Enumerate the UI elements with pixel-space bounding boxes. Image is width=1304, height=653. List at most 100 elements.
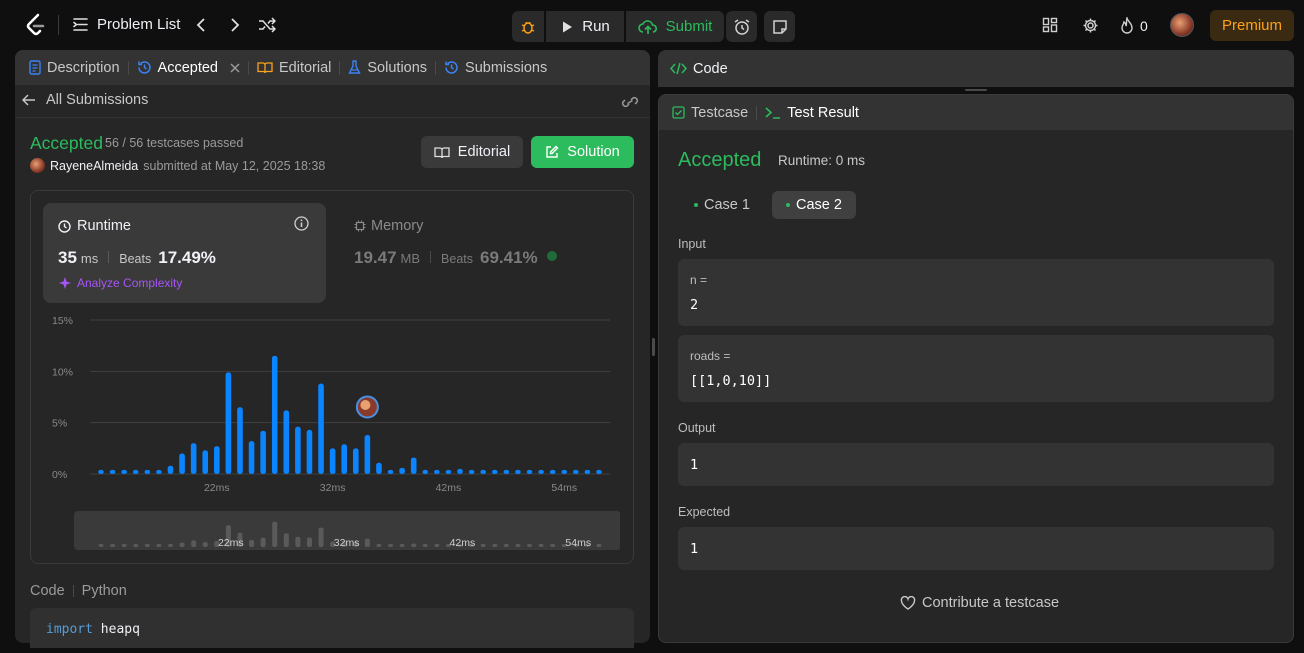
chart-bar [295, 426, 301, 474]
layout-button[interactable] [1041, 16, 1059, 34]
solution-button[interactable]: Solution [531, 136, 634, 168]
tab-accepted[interactable]: Accepted [137, 60, 240, 76]
notes-button[interactable] [764, 11, 795, 42]
chip-icon [354, 220, 366, 232]
memory-card[interactable]: Memory 19.47 MB Beats 69.41% [342, 203, 625, 303]
checkbox-icon [672, 106, 685, 119]
vertical-resize-handle[interactable] [652, 338, 655, 356]
chart-bar [132, 469, 139, 474]
submitted-by: RayeneAlmeida submitted at May 12, 2025 … [30, 158, 325, 173]
tab-testcase-label: Testcase [691, 104, 749, 121]
minimap-bar [249, 539, 255, 547]
avatar[interactable] [1170, 13, 1194, 37]
bug-icon [521, 21, 535, 34]
chart-bar [526, 469, 533, 474]
chart-bar [573, 469, 579, 474]
pass-dot-icon [694, 203, 698, 207]
x-tick-label: 42ms [436, 482, 462, 494]
code-brackets-icon [670, 62, 687, 75]
problem-list-label: Problem List [97, 16, 181, 33]
all-submissions-link[interactable]: All Submissions [22, 92, 148, 108]
tab-testcase[interactable]: Testcase [672, 105, 748, 121]
expected-field: 1 [678, 527, 1274, 570]
minimap-bar [480, 544, 486, 547]
minimap-bar [434, 544, 440, 547]
settings-button[interactable] [1081, 16, 1099, 34]
premium-button[interactable]: Premium [1210, 10, 1294, 41]
code-panel-header[interactable]: Code [658, 50, 1294, 87]
left-tab-bar: Description Accepted Editorial Solutions… [15, 50, 650, 85]
all-submissions-label: All Submissions [46, 92, 149, 108]
horizontal-resize-handle[interactable] [965, 89, 987, 91]
minimap-bar [515, 544, 521, 547]
chart-bar [237, 407, 243, 474]
submitted-code: import heapq [30, 608, 634, 648]
fire-icon [1121, 17, 1133, 34]
chart-bar [399, 467, 405, 474]
debug-button[interactable] [512, 11, 544, 42]
chart-bar [121, 469, 127, 474]
chart-bar [214, 446, 220, 474]
info-icon[interactable] [294, 216, 309, 231]
editorial-button[interactable]: Editorial [421, 136, 523, 168]
arrow-left-icon [22, 94, 35, 106]
streak-counter[interactable]: 0 [1120, 17, 1148, 34]
minimap-bar [492, 544, 498, 547]
minimap-bar [110, 544, 116, 547]
analyze-complexity-link[interactable]: Analyze Complexity [58, 276, 182, 290]
contribute-testcase-button[interactable]: Contribute a testcase [900, 595, 1059, 611]
n-label: n = [690, 273, 708, 287]
chart-bar [491, 469, 498, 474]
case-2-tab[interactable]: Case 2 [772, 191, 856, 219]
chart-bar [318, 383, 324, 474]
y-tick-label: 5% [52, 418, 67, 430]
minimap-bar [422, 544, 428, 547]
leaf-icon [546, 251, 557, 261]
chart-bar [260, 430, 266, 474]
top-bar: Problem List Run Submit 0 Premium [0, 0, 1304, 50]
random-problem-button[interactable] [257, 16, 277, 34]
history-icon [137, 61, 151, 74]
minimap-bar [121, 544, 127, 547]
divider [435, 60, 437, 75]
code-text: heapq [92, 622, 140, 637]
runtime-stats: 35 ms Beats 17.49% [58, 248, 216, 268]
minimap-bar [191, 540, 197, 547]
problem-list-button[interactable]: Problem List [72, 16, 180, 33]
divider [248, 60, 249, 75]
avatar [30, 158, 45, 173]
minimap-bar [399, 544, 405, 547]
tab-submissions[interactable]: Submissions [444, 60, 547, 76]
case-1-label: Case 1 [704, 197, 750, 213]
chart-bar [248, 441, 255, 474]
run-button[interactable]: Run [546, 11, 624, 42]
leetcode-logo-icon[interactable] [25, 13, 47, 37]
chart-bar [410, 457, 417, 474]
username[interactable]: RayeneAlmeida [50, 159, 138, 173]
contribute-label: Contribute a testcase [922, 595, 1060, 611]
minimap-bar [133, 544, 139, 547]
tab-solutions[interactable]: Solutions [348, 60, 427, 76]
share-link-icon[interactable] [621, 94, 639, 110]
runtime-beats: 17.49% [158, 248, 216, 267]
chart-bar [98, 469, 104, 474]
chart-bar [445, 469, 452, 474]
runtime-card[interactable]: Runtime 35 ms Beats 17.49% Analyze Compl… [43, 203, 326, 303]
case-1-tab[interactable]: Case 1 [680, 191, 764, 219]
timer-button[interactable] [726, 11, 757, 42]
chart-bar [584, 469, 591, 474]
close-icon[interactable] [230, 62, 240, 73]
divider [15, 117, 650, 118]
x-tick-label: 22ms [204, 482, 230, 494]
tab-editorial[interactable]: Editorial [257, 60, 331, 76]
chart-bar [480, 469, 486, 474]
chart-bar [144, 469, 151, 474]
prev-problem-button[interactable] [192, 16, 210, 34]
chart-bar [596, 469, 602, 474]
chart-bar [364, 434, 371, 474]
minimap-bar [503, 544, 509, 547]
submit-button[interactable]: Submit [626, 11, 724, 42]
tab-description[interactable]: Description [29, 60, 120, 76]
tab-test-result[interactable]: Test Result [765, 105, 859, 121]
next-problem-button[interactable] [226, 16, 244, 34]
